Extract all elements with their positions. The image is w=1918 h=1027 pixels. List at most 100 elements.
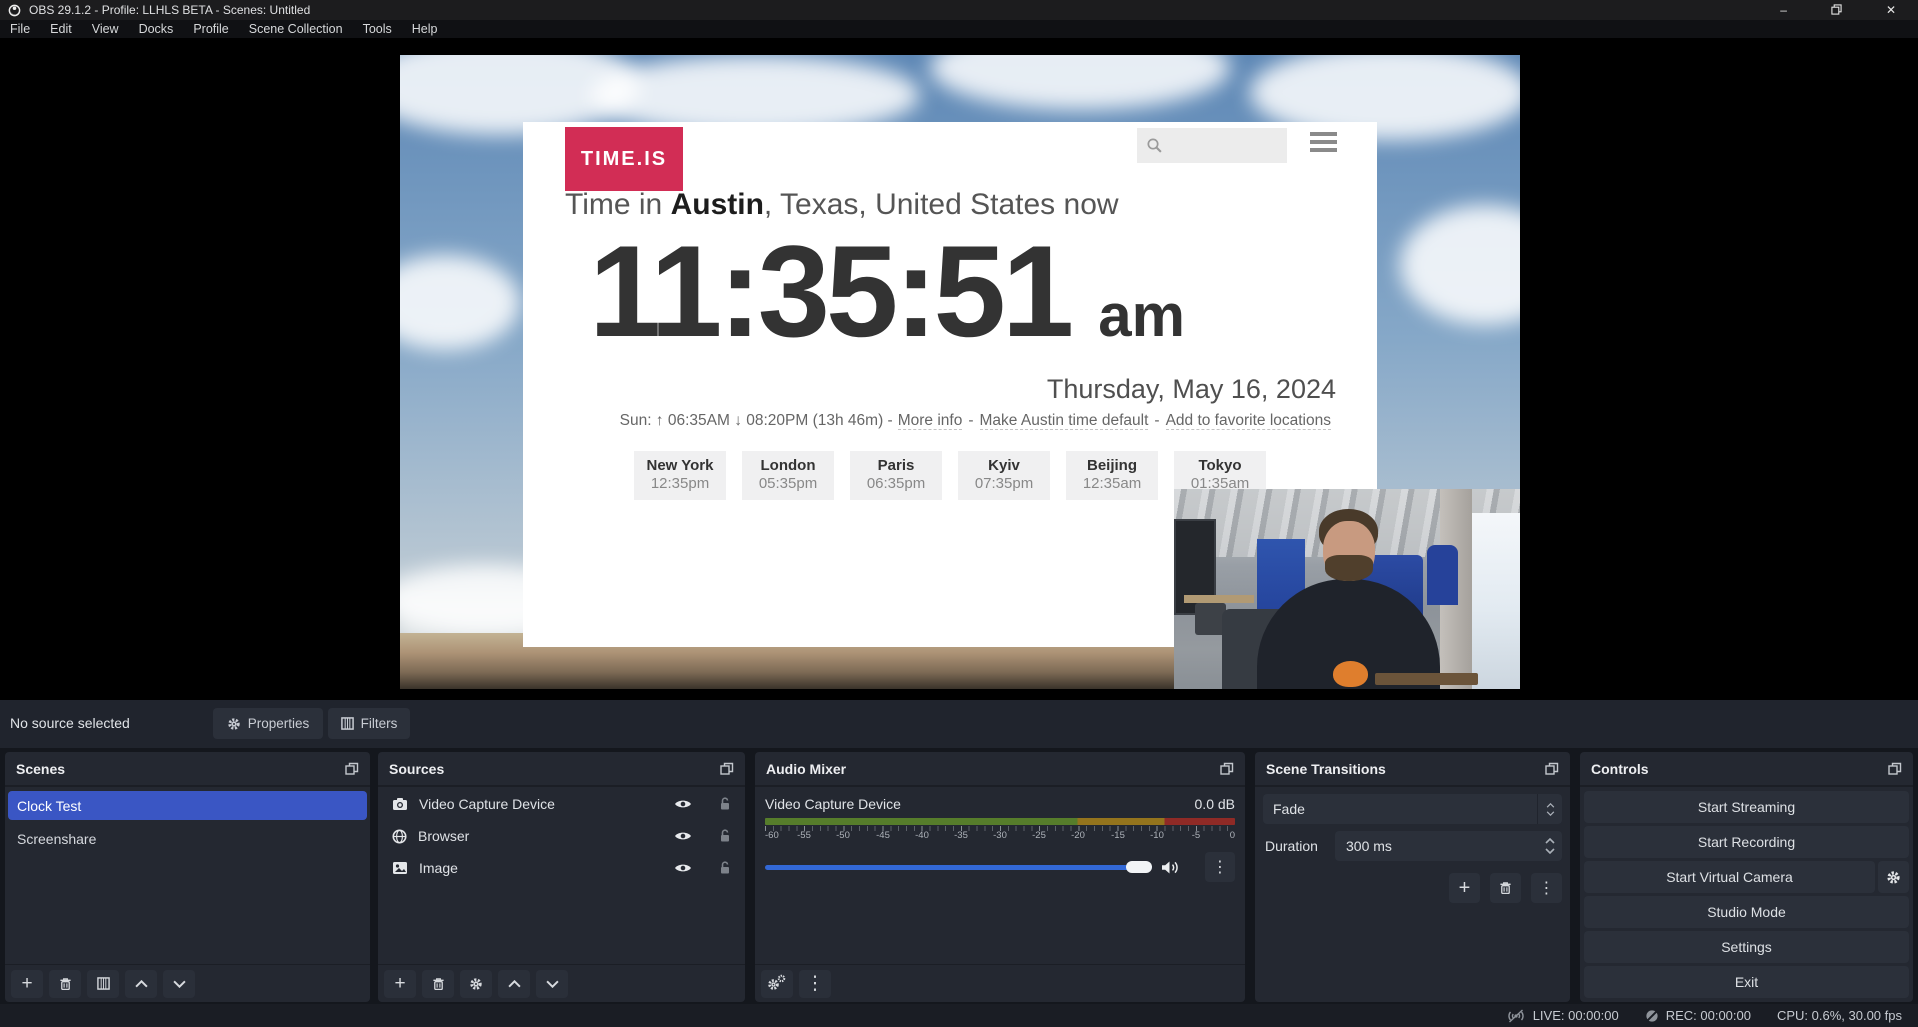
remove-source-button[interactable]: [422, 970, 454, 998]
menu-scene-collection[interactable]: Scene Collection: [239, 22, 353, 36]
chevron-down-icon: [173, 980, 186, 988]
city-card: Kyiv07:35pm: [958, 451, 1050, 500]
dock-popup-icon[interactable]: [1888, 762, 1902, 775]
dock-popup-icon[interactable]: [720, 762, 734, 775]
source-row-browser[interactable]: Browser: [378, 821, 745, 851]
volume-slider[interactable]: [765, 865, 1152, 870]
duration-input[interactable]: 300 ms: [1335, 831, 1562, 861]
lock-open-icon[interactable]: [719, 861, 731, 875]
start-streaming-button[interactable]: Start Streaming: [1584, 791, 1909, 823]
source-row-video-capture[interactable]: Video Capture Device: [378, 789, 745, 819]
menu-profile[interactable]: Profile: [183, 22, 238, 36]
menu-edit[interactable]: Edit: [40, 22, 82, 36]
timeis-search-box: [1137, 128, 1287, 163]
restore-button[interactable]: [1831, 4, 1842, 17]
status-bar: LIVE: 00:00:00 REC: 00:00:00 CPU: 0.6%, …: [0, 1004, 1918, 1027]
webcam-overlay: [1174, 489, 1520, 689]
chevron-up-icon: [508, 980, 521, 988]
scenes-toolbar: +: [5, 964, 370, 1002]
menu-docks[interactable]: Docks: [129, 22, 184, 36]
chevron-down-icon: [546, 980, 559, 988]
timeis-date: Thursday, May 16, 2024: [1047, 374, 1336, 405]
city-card: London05:35pm: [742, 451, 834, 500]
spinner-chevrons[interactable]: [1545, 838, 1555, 854]
add-scene-button[interactable]: +: [11, 970, 43, 998]
city-card: New York12:35pm: [634, 451, 726, 500]
filters-icon: [341, 717, 354, 730]
chevron-up-icon: [135, 980, 148, 988]
add-source-button[interactable]: +: [384, 970, 416, 998]
exit-button[interactable]: Exit: [1584, 966, 1909, 998]
source-context-toolbar: No source selected Properties Filters: [0, 700, 1918, 748]
start-virtual-camera-button[interactable]: Start Virtual Camera: [1584, 861, 1875, 893]
dock-popup-icon[interactable]: [1220, 762, 1234, 775]
webcam-shirt-logo: [1333, 661, 1368, 687]
advanced-audio-button[interactable]: [761, 970, 793, 998]
sources-toolbar: +: [378, 964, 745, 1002]
controls-header: Controls: [1580, 752, 1913, 787]
volume-slider-row: ⋮: [765, 852, 1235, 882]
source-row-image[interactable]: Image: [378, 853, 745, 883]
remove-transition-button[interactable]: [1490, 873, 1521, 903]
visibility-eye-icon[interactable]: [674, 798, 692, 810]
webcam-blue-arch: [1427, 545, 1458, 605]
scene-filters-button[interactable]: [87, 970, 119, 998]
move-scene-down-button[interactable]: [163, 970, 195, 998]
virtual-camera-settings-button[interactable]: [1878, 861, 1909, 893]
speaker-icon[interactable]: [1161, 860, 1180, 875]
clock-meridiem: am: [1098, 281, 1185, 350]
source-properties-button[interactable]: [460, 970, 492, 998]
scene-item-clock-test[interactable]: Clock Test: [8, 791, 367, 820]
close-button[interactable]: ✕: [1886, 4, 1896, 16]
no-source-label: No source selected: [10, 715, 130, 731]
volume-meter: [765, 818, 1235, 825]
channel-menu-button[interactable]: ⋮: [1205, 852, 1235, 882]
volume-slider-handle[interactable]: [1126, 861, 1152, 873]
cloud: [1400, 205, 1520, 325]
move-source-up-button[interactable]: [498, 970, 530, 998]
visibility-eye-icon[interactable]: [674, 830, 692, 842]
preview-area: TIME.IS Time in Austin, Texas, United St…: [0, 38, 1918, 700]
lock-open-icon[interactable]: [719, 797, 731, 811]
clock-time: 11:35:51: [589, 242, 1070, 340]
menu-tools[interactable]: Tools: [353, 22, 402, 36]
move-scene-up-button[interactable]: [125, 970, 157, 998]
minimize-button[interactable]: –: [1780, 4, 1787, 16]
transition-menu-button[interactable]: ⋮: [1531, 873, 1562, 903]
menu-bar: File Edit View Docks Profile Scene Colle…: [0, 20, 1918, 38]
menu-help[interactable]: Help: [402, 22, 448, 36]
timeis-logo: TIME.IS: [565, 127, 683, 191]
scenes-panel: Scenes Clock Test Screenshare +: [5, 752, 370, 1002]
obs-logo-icon: [8, 4, 21, 17]
dock-popup-icon[interactable]: [1545, 762, 1559, 775]
dock-popup-icon[interactable]: [345, 762, 359, 775]
timeis-heading: Time in Austin, Texas, United States now: [565, 188, 1119, 222]
preview-canvas[interactable]: TIME.IS Time in Austin, Texas, United St…: [400, 55, 1520, 689]
visibility-eye-icon[interactable]: [674, 862, 692, 874]
audio-mixer-toolbar: ⋮: [755, 964, 1245, 1002]
scenes-header: Scenes: [5, 752, 370, 787]
filters-button[interactable]: Filters: [328, 708, 410, 739]
properties-button[interactable]: Properties: [213, 708, 323, 739]
audio-mixer-header: Audio Mixer: [755, 752, 1245, 787]
select-chevrons: [1537, 794, 1562, 824]
remove-scene-button[interactable]: [49, 970, 81, 998]
settings-button[interactable]: Settings: [1584, 931, 1909, 963]
scene-item-screenshare[interactable]: Screenshare: [8, 824, 367, 853]
move-source-down-button[interactable]: [536, 970, 568, 998]
lock-open-icon[interactable]: [719, 829, 731, 843]
studio-mode-button[interactable]: Studio Mode: [1584, 896, 1909, 928]
menu-view[interactable]: View: [82, 22, 129, 36]
transition-select[interactable]: Fade: [1263, 794, 1562, 824]
mixer-menu-button[interactable]: ⋮: [799, 970, 831, 998]
add-transition-button[interactable]: +: [1449, 873, 1480, 903]
cloud: [400, 255, 520, 350]
camera-icon: [392, 797, 408, 811]
meter-scale: -60 -55 -50 -45 -40 -35 -30 -25 -20 -15 …: [765, 826, 1235, 843]
webcam-person-beard: [1325, 555, 1373, 581]
cpu-status: CPU: 0.6%, 30.00 fps: [1777, 1008, 1902, 1023]
transitions-header: Scene Transitions: [1255, 752, 1570, 787]
start-recording-button[interactable]: Start Recording: [1584, 826, 1909, 858]
menu-file[interactable]: File: [0, 22, 40, 36]
city-card: Paris06:35pm: [850, 451, 942, 500]
